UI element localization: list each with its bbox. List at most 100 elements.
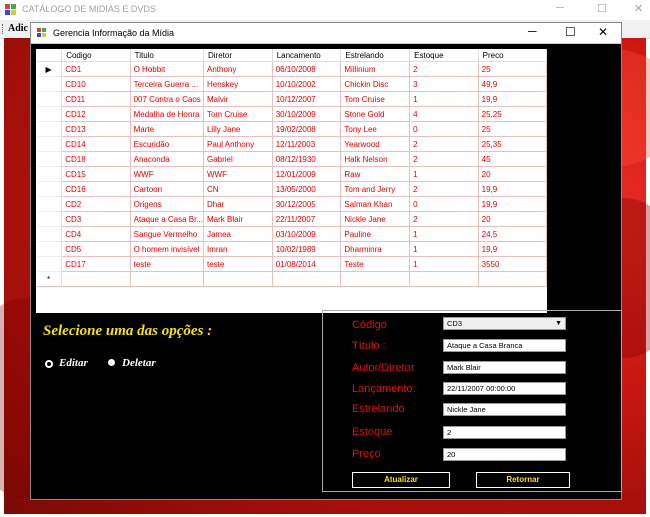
new-row-header[interactable]: * — [36, 271, 63, 287]
table-cell[interactable]: Terceira Guerra ... — [130, 76, 204, 92]
table-cell[interactable]: 30/10/2009 — [272, 106, 342, 122]
new-row-cell[interactable] — [203, 271, 273, 287]
table-cell[interactable]: teste — [203, 256, 273, 272]
autor-input[interactable]: Mark Blair — [443, 361, 566, 374]
table-cell[interactable]: 01/08/2014 — [272, 256, 342, 272]
table-row[interactable]: CD4 Sangue Vermelho Jamea 03/10/2009 Pauline… — [36, 226, 548, 242]
codigo-select[interactable]: CD3 ▼ — [443, 317, 566, 330]
table-cell[interactable]: Sangue Vermelho — [130, 226, 204, 242]
update-button[interactable]: Atualizar — [352, 472, 450, 488]
table-cell[interactable]: 25 — [478, 121, 548, 137]
table-cell[interactable]: Stone Gold — [340, 106, 411, 122]
table-cell[interactable]: 49,9 — [478, 76, 548, 92]
table-cell[interactable]: 2 — [409, 211, 479, 227]
table-row[interactable]: CD13 Marte Lilly Jane 19/02/2008 Tony Lee 0 25 — [36, 121, 548, 137]
table-cell[interactable]: CD15 — [61, 166, 131, 182]
table-cell[interactable]: Jamea — [203, 226, 273, 242]
table-cell[interactable]: CD17 — [61, 256, 131, 272]
table-cell[interactable]: 10/12/2007 — [272, 91, 342, 107]
row-header[interactable] — [36, 151, 63, 167]
table-cell[interactable]: CN — [203, 181, 273, 197]
table-cell[interactable]: Cartoon — [130, 181, 204, 197]
new-row-cell[interactable] — [272, 271, 342, 287]
new-row-cell[interactable] — [61, 271, 131, 287]
table-cell[interactable]: 19,9 — [478, 91, 548, 107]
table-cell[interactable]: 12/11/2003 — [272, 136, 342, 152]
row-header[interactable] — [36, 256, 63, 272]
row-header[interactable] — [36, 121, 63, 137]
table-cell[interactable]: 0 — [409, 196, 479, 212]
table-cell[interactable]: Origens — [130, 196, 204, 212]
table-cell[interactable]: teste — [130, 256, 204, 272]
table-row[interactable]: CD2 Origens Dhar 30/12/2005 Salman Khan 0 19,9 — [36, 196, 548, 212]
table-cell[interactable]: Escuridão — [130, 136, 204, 152]
table-cell[interactable]: Dhar — [203, 196, 273, 212]
titulo-input[interactable]: Ataque a Casa Branca — [443, 339, 566, 352]
table-cell[interactable]: Yearwood — [340, 136, 411, 152]
table-cell[interactable]: CD13 — [61, 121, 131, 137]
table-cell[interactable]: 19,9 — [478, 196, 548, 212]
table-cell[interactable]: 1 — [409, 226, 479, 242]
table-cell[interactable]: CD1 — [61, 61, 131, 77]
delete-radio-label[interactable]: Deletar — [122, 357, 156, 369]
table-cell[interactable]: 19,9 — [478, 181, 548, 197]
table-cell[interactable]: 25,35 — [478, 136, 548, 152]
table-cell[interactable]: 1 — [409, 241, 479, 257]
column-header[interactable]: Lancamento — [272, 49, 342, 62]
row-header[interactable] — [36, 76, 63, 92]
table-cell[interactable]: 12/01/2009 — [272, 166, 342, 182]
edit-radio[interactable] — [45, 360, 53, 368]
table-cell[interactable]: CD16 — [61, 181, 131, 197]
table-cell[interactable]: 25 — [478, 61, 548, 77]
child-maximize-icon[interactable]: ☐ — [565, 25, 576, 39]
table-cell[interactable]: Salman Khan — [340, 196, 411, 212]
column-header[interactable]: Titulo — [130, 49, 204, 62]
table-cell[interactable]: 08/12/1930 — [272, 151, 342, 167]
estrelando-input[interactable]: Nickle Jane — [443, 403, 566, 416]
column-header[interactable]: Preco — [478, 49, 548, 62]
return-button[interactable]: Retornar — [476, 472, 570, 488]
table-cell[interactable]: 007 Contra o Caos — [130, 91, 204, 107]
table-cell[interactable]: CD11 — [61, 91, 131, 107]
table-cell[interactable]: Millinium — [340, 61, 411, 77]
new-row-cell[interactable] — [340, 271, 411, 287]
table-row[interactable]: CD12 Medalha de Honra Tom Cruise 30/10/2009… — [36, 106, 548, 122]
table-cell[interactable]: 19/02/2008 — [272, 121, 342, 137]
data-grid[interactable]: Codigo Titulo Diretor Lancamento Estrela… — [36, 49, 548, 313]
table-cell[interactable]: Anthony — [203, 61, 273, 77]
table-cell[interactable]: Tony Lee — [340, 121, 411, 137]
row-header[interactable]: ▶ — [36, 61, 63, 77]
table-row[interactable]: CD17 teste teste 01/08/2014 Teste 1 3550 — [36, 256, 548, 272]
table-row[interactable]: CD14 Escuridão Paul Anthony 12/11/2003 Yearw… — [36, 136, 548, 152]
table-cell[interactable]: Malvir — [203, 91, 273, 107]
table-cell[interactable]: 24,5 — [478, 226, 548, 242]
table-cell[interactable]: Paul Anthony — [203, 136, 273, 152]
row-header[interactable] — [36, 211, 63, 227]
new-row-cell[interactable] — [409, 271, 479, 287]
table-cell[interactable]: 4 — [409, 106, 479, 122]
child-close-icon[interactable]: ✕ — [598, 25, 608, 39]
menu-item-adicionar[interactable]: Adic — [8, 23, 28, 34]
table-cell[interactable]: CD14 — [61, 136, 131, 152]
delete-radio[interactable] — [108, 359, 115, 366]
table-cell[interactable]: 2 — [409, 61, 479, 77]
table-cell[interactable]: WWF — [130, 166, 204, 182]
table-cell[interactable]: Dharminra — [340, 241, 411, 257]
table-cell[interactable]: Ataque a Casa Br... — [130, 211, 204, 227]
table-cell[interactable]: 25,25 — [478, 106, 548, 122]
table-row[interactable]: ▶ CD1 O Hobbit Anthony 06/10/2008 Millinium 2 2… — [36, 61, 548, 77]
table-row[interactable]: CD16 Cartoon CN 13/05/2000 Tom and Jerry 2 19,… — [36, 181, 548, 197]
table-cell[interactable]: Halk Nelson — [340, 151, 411, 167]
table-cell[interactable]: 13/05/2000 — [272, 181, 342, 197]
table-cell[interactable]: CD2 — [61, 196, 131, 212]
table-cell[interactable]: Pauline — [340, 226, 411, 242]
table-cell[interactable]: 03/10/2009 — [272, 226, 342, 242]
table-cell[interactable]: 45 — [478, 151, 548, 167]
table-row[interactable]: CD5 O homem invisível Imran 10/02/1989 Dharm… — [36, 241, 548, 257]
table-cell[interactable]: 30/12/2005 — [272, 196, 342, 212]
table-cell[interactable]: 20 — [478, 211, 548, 227]
table-cell[interactable]: 1 — [409, 166, 479, 182]
table-cell[interactable]: CD3 — [61, 211, 131, 227]
row-header[interactable] — [36, 196, 63, 212]
new-row[interactable]: * — [36, 271, 548, 287]
